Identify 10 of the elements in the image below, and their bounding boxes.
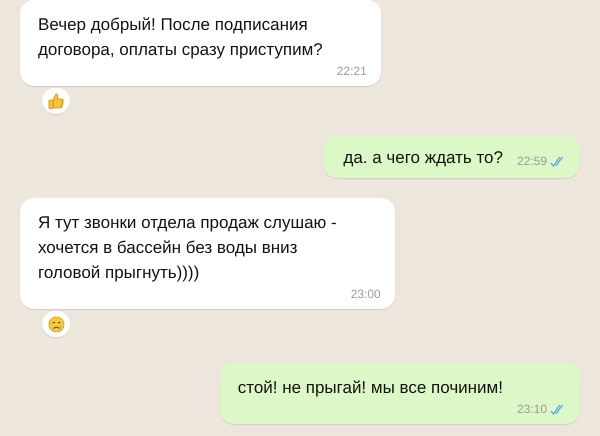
message-time: 22:59 xyxy=(516,154,547,168)
message-text: Вечер добрый! После подписания договора, оплаты сразу приступим? xyxy=(38,14,323,61)
reaction-badge[interactable] xyxy=(42,311,70,337)
message-text: Я тут звонки отдела продаж слушаю - хочется в бассейн без воды вниз головой прыгнуть)))) xyxy=(38,212,337,284)
message-time: 22:21 xyxy=(336,64,367,78)
reaction-badge[interactable] xyxy=(42,88,70,114)
message-text: стой! не прыгай! мы все починим! xyxy=(238,377,503,399)
message-time: 23:00 xyxy=(350,287,381,301)
message-text: да. а чего ждать то? xyxy=(343,147,503,169)
message-time: 23:10 xyxy=(516,402,547,416)
